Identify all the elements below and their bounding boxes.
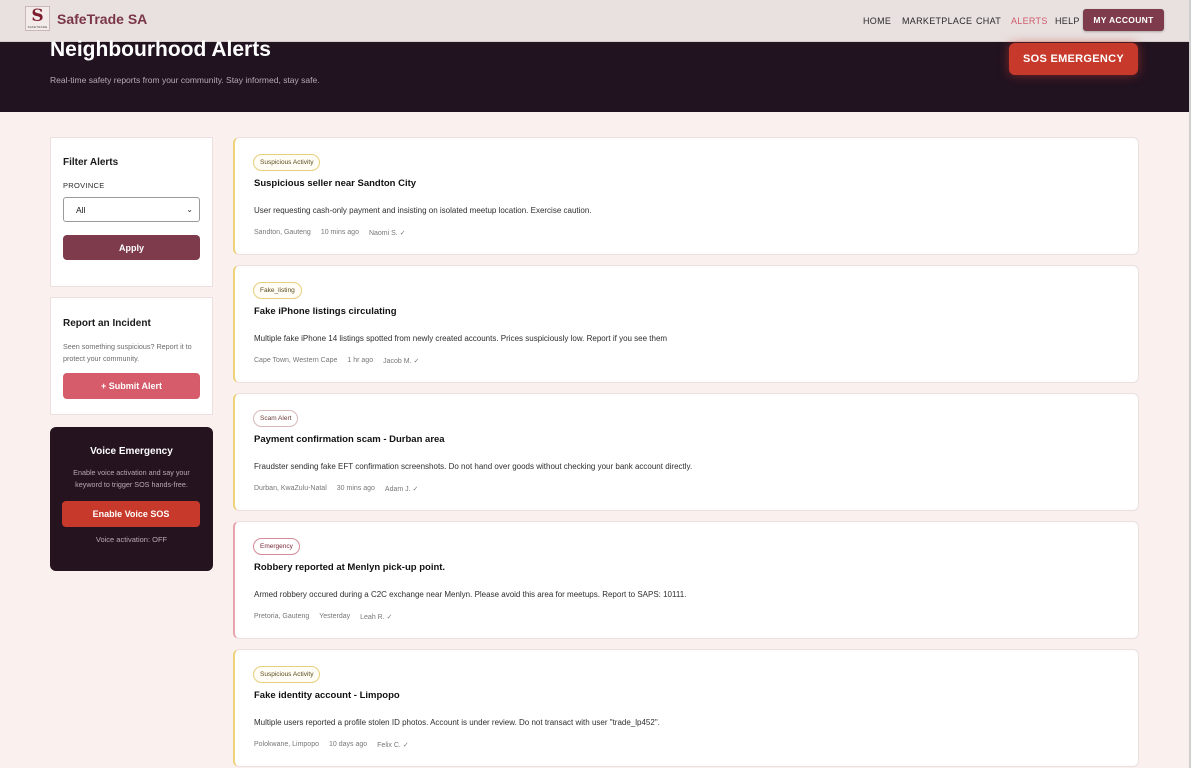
alert-description: Fraudster sending fake EFT confirmation … [254, 462, 693, 471]
alert-author: Felix C. ✓ [377, 742, 409, 749]
alert-card[interactable]: Fake_listing Fake iPhone listings circul… [233, 265, 1139, 383]
province-select[interactable]: All ⌄ [63, 197, 200, 222]
alert-description: Armed robbery occured during a C2C excha… [254, 590, 687, 599]
nav-marketplace[interactable]: MARKETPLACE [902, 16, 972, 26]
hero-banner: Neighbourhood Alerts Real-time safety re… [0, 38, 1189, 112]
logo-letter: S [31, 6, 44, 26]
chevron-down-icon: ⌄ [186, 205, 193, 214]
page-title: Neighbourhood Alerts [50, 38, 271, 61]
report-title: Report an Incident [63, 318, 151, 329]
alert-description: Multiple users reported a profile stolen… [254, 718, 660, 727]
nav-home[interactable]: HOME [863, 16, 891, 26]
alert-author: Leah R. ✓ [360, 614, 393, 621]
province-select-value: All [76, 204, 86, 215]
alert-card[interactable]: Scam Alert Payment confirmation scam - D… [233, 393, 1139, 511]
category-badge: Emergency [253, 538, 300, 555]
alert-location: Pretoria, Gauteng [254, 613, 310, 620]
submit-alert-button[interactable]: + Submit Alert [63, 373, 200, 399]
filter-title: Filter Alerts [63, 157, 119, 168]
nav-chat[interactable]: CHAT [976, 16, 1001, 26]
alert-title: Robbery reported at Menlyn pick-up point… [254, 562, 446, 573]
alert-location: Durban, KwaZulu-Natal [254, 485, 327, 492]
category-badge: Scam Alert [253, 410, 299, 427]
alert-description: User requesting cash-only payment and in… [254, 206, 592, 215]
report-incident-card: Report an Incident Seen something suspic… [50, 297, 213, 415]
province-label: PROVINCE [63, 181, 105, 190]
alert-meta: Durban, KwaZulu-Natal 30 mins ago Adam J… [254, 485, 428, 493]
nav-alerts[interactable]: ALERTS [1011, 16, 1048, 26]
alert-time: 10 mins ago [320, 229, 359, 236]
alert-location: Cape Town, Western Cape [254, 357, 338, 364]
nav-help[interactable]: HELP [1055, 16, 1080, 26]
filter-card: Filter Alerts PROVINCE All ⌄ Apply [50, 137, 213, 287]
alert-location: Sandton, Gauteng [254, 229, 311, 236]
alert-time: Yesterday [319, 613, 351, 620]
alert-meta: Pretoria, Gauteng Yesterday Leah R. ✓ [254, 613, 402, 621]
alert-time: 1 hr ago [347, 357, 374, 364]
alert-title: Fake identity account - Limpopo [254, 690, 400, 701]
alert-time: 10 days ago [329, 741, 368, 748]
voice-description: Enable voice activation and say your key… [73, 468, 190, 489]
alert-location: Polokwane, Limpopo [254, 741, 319, 748]
logo[interactable]: S SAFETRADE [25, 6, 50, 31]
brand-name[interactable]: SafeTrade SA [57, 11, 147, 27]
enable-voice-sos-button[interactable]: Enable Voice SOS [62, 501, 200, 527]
category-badge: Fake_listing [253, 282, 302, 299]
alert-title: Suspicious seller near Sandton City [254, 178, 417, 189]
voice-emergency-card: Voice Emergency Enable voice activation … [50, 427, 213, 571]
alert-author: Naomi S. ✓ [368, 230, 406, 237]
alert-author: Jacob M. ✓ [383, 358, 420, 365]
my-account-button[interactable]: MY ACCOUNT [1083, 9, 1164, 31]
category-badge: Suspicious Activity [253, 666, 321, 683]
category-badge: Suspicious Activity [253, 154, 321, 171]
alert-title: Fake iPhone listings circulating [254, 306, 397, 317]
top-navbar: S SAFETRADE SafeTrade SA HOME MARKETPLAC… [0, 0, 1189, 42]
alert-description: Multiple fake iPhone 14 listings spotted… [254, 334, 668, 343]
sos-emergency-button[interactable]: SOS EMERGENCY [1009, 43, 1138, 75]
voice-title: Voice Emergency [90, 446, 173, 457]
voice-status: Voice activation: OFF [95, 535, 168, 544]
apply-button[interactable]: Apply [63, 235, 200, 260]
alert-card[interactable]: Suspicious Activity Suspicious seller ne… [233, 137, 1139, 255]
alert-author: Adam J. ✓ [384, 486, 419, 493]
alert-meta: Sandton, Gauteng 10 mins ago Naomi S. ✓ [254, 229, 416, 237]
logo-tagline: SAFETRADE [27, 25, 48, 29]
alert-meta: Polokwane, Limpopo 10 days ago Felix C. … [254, 741, 419, 749]
page-subtitle: Real-time safety reports from your commu… [50, 75, 320, 85]
alert-card[interactable]: Suspicious Activity Fake identity accoun… [233, 649, 1139, 767]
report-description: Seen something suspicious? Report it to … [63, 342, 192, 363]
alert-card[interactable]: Emergency Robbery reported at Menlyn pic… [233, 521, 1139, 639]
alert-time: 30 mins ago [336, 485, 375, 492]
alert-meta: Cape Town, Western Cape 1 hr ago Jacob M… [254, 357, 429, 365]
alert-title: Payment confirmation scam - Durban area [254, 434, 445, 445]
